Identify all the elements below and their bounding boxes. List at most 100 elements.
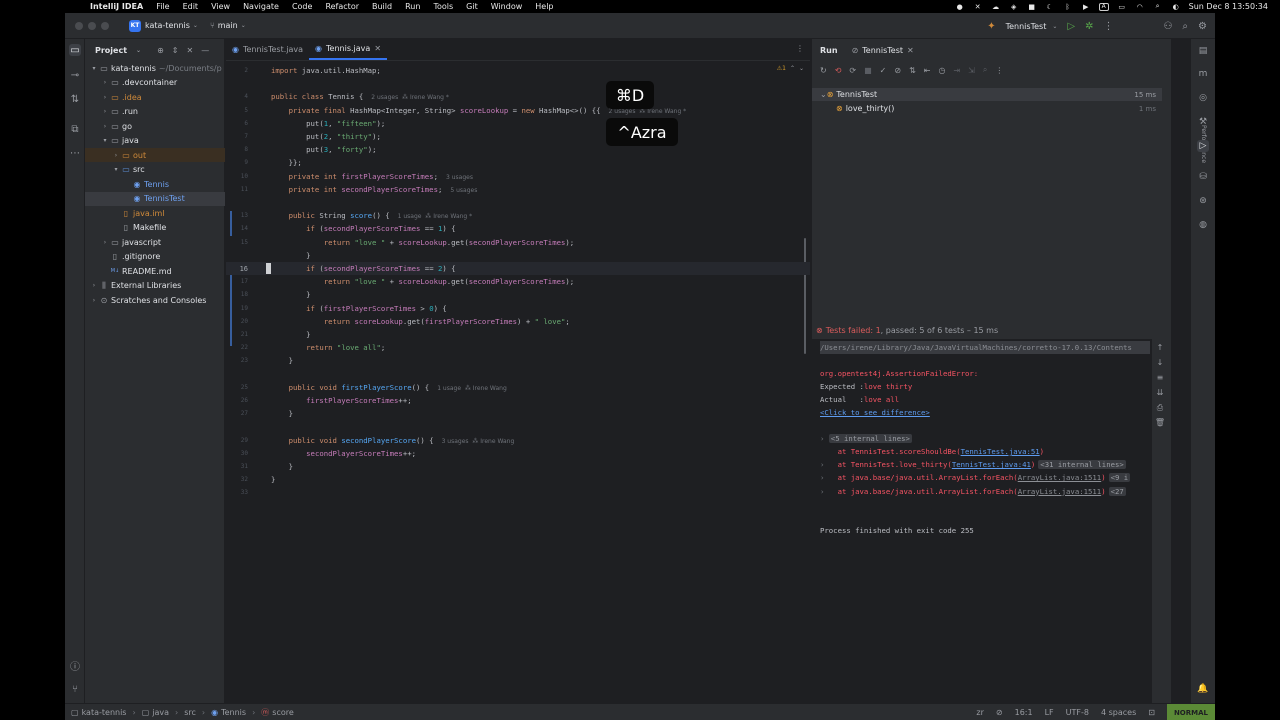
search-icon[interactable]: ⌕ bbox=[1182, 21, 1188, 32]
line-number[interactable]: 21 bbox=[226, 331, 248, 338]
line-number[interactable]: 27 bbox=[226, 410, 248, 417]
tree-item-gitignore[interactable]: ▯ .gitignore bbox=[85, 250, 225, 264]
code-line[interactable]: } bbox=[271, 354, 293, 367]
project-switcher[interactable]: kata-tennis bbox=[145, 21, 190, 30]
expand-icon[interactable]: › bbox=[820, 487, 838, 496]
tree-item-external-libraries[interactable]: › ⫼ External Libraries bbox=[85, 279, 225, 293]
trash-icon[interactable]: 🗑 bbox=[1154, 418, 1166, 427]
more-icon[interactable]: ⋮ bbox=[995, 66, 1003, 75]
locate-icon[interactable]: ⊕ bbox=[157, 46, 164, 55]
line-number[interactable]: 7 bbox=[226, 133, 248, 140]
bluetooth-icon[interactable]: ᛒ bbox=[1063, 3, 1073, 11]
code-line[interactable]: public class Tennis {2 usages ⁂ Irene Wa… bbox=[271, 90, 449, 103]
gear-icon[interactable]: ⚙ bbox=[1198, 21, 1207, 32]
line-separator[interactable]: LF bbox=[1045, 708, 1054, 717]
chevron-down-icon[interactable]: ⌄ bbox=[136, 47, 141, 54]
code-line[interactable]: } bbox=[271, 288, 310, 301]
line-number[interactable]: 14 bbox=[226, 225, 248, 232]
tree-item-src[interactable]: ▾ ▭ src bbox=[85, 163, 225, 177]
record-icon[interactable]: ● bbox=[955, 3, 965, 11]
window-zoom-button[interactable] bbox=[101, 21, 109, 30]
code-line[interactable]: return "love " + scoreLookup.get(secondP… bbox=[271, 275, 574, 288]
menu-edit[interactable]: Edit bbox=[183, 2, 199, 11]
search-icon[interactable]: ⌕ bbox=[1153, 2, 1163, 11]
import-icon[interactable]: ⇥ bbox=[953, 66, 960, 75]
caret-position[interactable]: 16:1 bbox=[1015, 708, 1033, 717]
breadcrumb-tennis[interactable]: Tennis bbox=[221, 708, 246, 717]
wifi-icon[interactable]: ◠ bbox=[1135, 3, 1145, 11]
problems-badge[interactable]: ⚠1 ⌃ ⌄ bbox=[777, 65, 804, 72]
history-icon[interactable]: ◷ bbox=[938, 66, 945, 75]
line-number[interactable]: 9 bbox=[226, 159, 248, 166]
breadcrumb-src[interactable]: src bbox=[184, 708, 196, 717]
menu-navigate[interactable]: Navigate bbox=[243, 2, 279, 11]
collapse-all-icon[interactable]: ⇤ bbox=[924, 66, 931, 75]
test-node[interactable]: ⊗ love_thirty() 1 ms bbox=[812, 102, 1162, 115]
tree-item-out[interactable]: › ▭ out bbox=[85, 148, 225, 162]
stack-frame-link[interactable]: ArrayList.java:1511 bbox=[1018, 487, 1101, 496]
editor-scrollbar[interactable] bbox=[804, 238, 806, 354]
line-number[interactable]: 18 bbox=[226, 291, 248, 298]
minimize-icon[interactable]: — bbox=[201, 46, 209, 55]
chevron-right-icon[interactable]: › bbox=[100, 123, 110, 130]
breadcrumb-project[interactable]: kata-tennis bbox=[82, 708, 127, 717]
line-number[interactable]: 16 bbox=[226, 265, 248, 273]
line-number[interactable]: 29 bbox=[226, 437, 248, 444]
internal-lines-pill[interactable]: <9 i bbox=[1108, 473, 1131, 483]
maven-icon[interactable]: m bbox=[1197, 68, 1209, 80]
ai-chat-icon[interactable]: ◍ bbox=[1197, 219, 1209, 231]
soft-wrap-icon[interactable]: ≡ bbox=[1154, 373, 1166, 382]
collapse-icon[interactable]: ⇕ bbox=[172, 46, 179, 55]
code-line[interactable]: public void secondPlayerScore() {3 usage… bbox=[271, 434, 515, 447]
tree-item-makefile[interactable]: ▯ Makefile bbox=[85, 221, 225, 235]
menu-clock[interactable]: Sun Dec 8 13:50:34 bbox=[1189, 2, 1268, 11]
more-icon[interactable]: ⋮ bbox=[1103, 21, 1113, 32]
code-line[interactable]: firstPlayerScoreTimes++; bbox=[271, 394, 411, 407]
menu-view[interactable]: View bbox=[211, 2, 230, 11]
run-tab-tennistest[interactable]: ⊘ TennisTest ✕ bbox=[852, 46, 914, 55]
debug-icon[interactable]: ✲ bbox=[1085, 21, 1093, 32]
code-line[interactable]: put(2, "thirty"); bbox=[271, 130, 381, 143]
close-icon[interactable]: ✕ bbox=[186, 46, 193, 55]
code-line[interactable]: } bbox=[271, 460, 293, 473]
code-line[interactable]: if (firstPlayerScoreTimes > 0) { bbox=[271, 302, 447, 315]
line-number[interactable]: 22 bbox=[226, 344, 248, 351]
code-line[interactable]: import java.util.HashMap; bbox=[271, 64, 381, 77]
close-icon[interactable]: ✕ bbox=[374, 44, 381, 53]
menu-build[interactable]: Build bbox=[372, 2, 392, 11]
tree-item-tennistest[interactable]: ◉ TennisTest bbox=[85, 191, 225, 206]
run-panel-icon[interactable]: ▷ bbox=[1197, 140, 1209, 152]
scroll-to-end-icon[interactable]: ⇊ bbox=[1154, 388, 1166, 397]
code-line[interactable]: private int secondPlayerScoreTimes; 5 usa… bbox=[271, 183, 478, 196]
tree-item-go[interactable]: › ▭ go bbox=[85, 119, 225, 133]
window-close-button[interactable] bbox=[75, 21, 83, 30]
endpoints-icon[interactable]: ⊛ bbox=[1197, 195, 1209, 207]
code-line[interactable]: return scoreLookup.get(firstPlayerScoreT… bbox=[271, 315, 570, 328]
tab-tennistest-java[interactable]: ◉ TennisTest.java bbox=[226, 38, 309, 60]
keyboard-input-icon[interactable]: A bbox=[1098, 2, 1109, 11]
line-number[interactable]: 32 bbox=[226, 476, 248, 483]
chevron-right-icon[interactable]: › bbox=[100, 108, 110, 115]
project-badge[interactable]: KT bbox=[129, 19, 141, 32]
run-icon[interactable]: ▷ bbox=[1067, 21, 1075, 32]
cloud-icon[interactable]: ☁ bbox=[991, 3, 1001, 11]
menu-file[interactable]: File bbox=[156, 2, 169, 11]
line-number[interactable]: 31 bbox=[226, 463, 248, 470]
chevron-down-icon[interactable]: ⌄ bbox=[799, 65, 804, 72]
tree-item-javascript[interactable]: › ▭ javascript bbox=[85, 235, 225, 249]
show-ignored-icon[interactable]: ⊘ bbox=[894, 66, 901, 75]
print-icon[interactable]: ⎙ bbox=[1154, 403, 1166, 413]
tree-item-tennis[interactable]: ◉ Tennis bbox=[85, 177, 225, 191]
play-icon[interactable]: ▶ bbox=[1081, 3, 1091, 11]
sort-icon[interactable]: ⇅ bbox=[909, 66, 916, 75]
menu-help[interactable]: Help bbox=[535, 2, 553, 11]
battery-icon[interactable]: ▭ bbox=[1117, 3, 1127, 11]
line-number[interactable]: 17 bbox=[226, 278, 248, 285]
chevron-right-icon[interactable]: › bbox=[111, 152, 121, 159]
moon-icon[interactable]: ☾ bbox=[1045, 3, 1055, 11]
line-number[interactable]: 8 bbox=[226, 146, 248, 153]
structure-icon[interactable]: ⧉ bbox=[69, 123, 81, 135]
chevron-down-icon[interactable]: ▾ bbox=[111, 166, 121, 173]
internal-lines-pill[interactable]: <27 bbox=[1108, 486, 1126, 496]
expand-icon[interactable]: › bbox=[820, 473, 838, 482]
